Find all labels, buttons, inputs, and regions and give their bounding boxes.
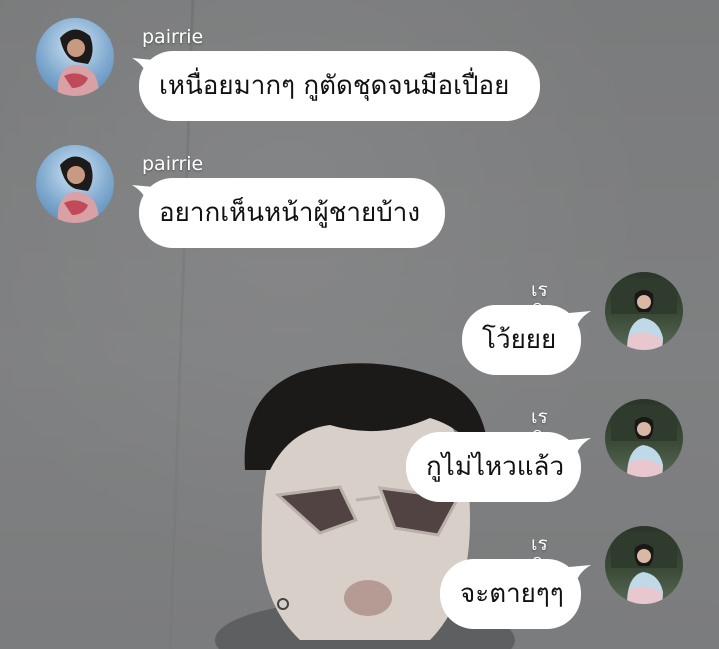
sender-avatar[interactable]: [605, 526, 683, 604]
sender-avatar[interactable]: [605, 272, 683, 350]
sender-name: pairrie: [142, 153, 204, 175]
avatar-photo-icon: [57, 29, 99, 96]
avatar-photo-icon: [57, 156, 99, 223]
sender-avatar[interactable]: [605, 399, 683, 477]
message-bubble[interactable]: เหนื่อยมากๆ กูตัดชุดจนมือเปื่อย: [139, 51, 540, 121]
avatar-photo-icon: [611, 405, 677, 477]
message-bubble[interactable]: โว้ยยย: [462, 305, 581, 375]
sender-avatar[interactable]: [36, 18, 114, 96]
sender-avatar[interactable]: [36, 145, 114, 223]
avatar-photo-icon: [611, 278, 677, 350]
message-bubble[interactable]: จะตายๆๆ: [440, 559, 581, 629]
message-bubble[interactable]: กูไม่ไหวแล้ว: [406, 432, 581, 502]
sender-name: pairrie: [142, 26, 204, 48]
avatar-photo-icon: [611, 532, 677, 604]
message-bubble[interactable]: อยากเห็นหน้าผู้ชายบ้าง: [139, 178, 445, 248]
